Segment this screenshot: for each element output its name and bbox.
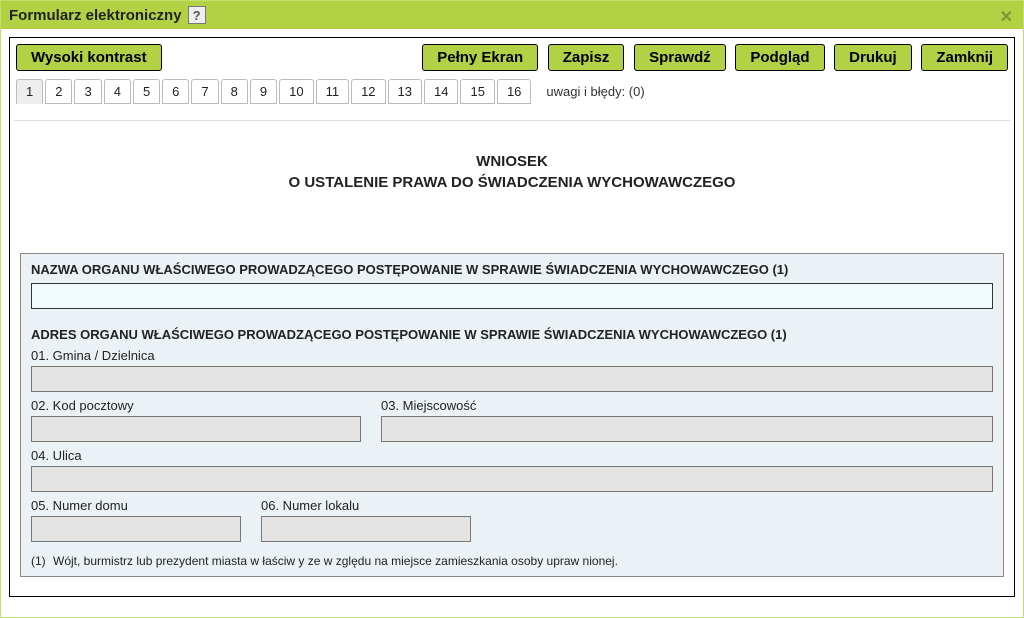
document-scroll[interactable]: WNIOSEK O USTALENIE PRAWA DO ŚWIADCZENIA… (14, 120, 1010, 592)
section-organ-name-label: NAZWA ORGANU WŁAŚCIWEGO PROWADZĄCEGO POS… (21, 254, 1003, 283)
field-kod-label: 02. Kod pocztowy (31, 398, 361, 413)
page-tabs: 12345678910111213141516 uwagi i błędy: (… (10, 79, 1014, 105)
field-nrlokalu-label: 06. Numer lokalu (261, 498, 471, 513)
page-tab-2[interactable]: 2 (45, 79, 72, 104)
page-tab-3[interactable]: 3 (74, 79, 101, 104)
organ-name-input[interactable] (31, 283, 993, 309)
field-nrdomu-label: 05. Numer domu (31, 498, 241, 513)
field-nrdomu-input[interactable] (31, 516, 241, 542)
fullscreen-button[interactable]: Pełny Ekran (422, 44, 538, 71)
page-tab-7[interactable]: 7 (191, 79, 218, 104)
page-tab-15[interactable]: 15 (460, 79, 494, 104)
page-tab-10[interactable]: 10 (279, 79, 313, 104)
app-window: Formularz elektroniczny ? ✕ Wysoki kontr… (0, 0, 1024, 618)
footnote: (1) Wójt, burmistrz lub prezydent miasta… (21, 548, 1003, 576)
section-organ-address-label: ADRES ORGANU WŁAŚCIWEGO PROWADZĄCEGO POS… (21, 319, 1003, 348)
preview-button[interactable]: Podgląd (735, 44, 824, 71)
field-gmina-input[interactable] (31, 366, 993, 392)
document-title: WNIOSEK O USTALENIE PRAWA DO ŚWIADCZENIA… (14, 151, 1010, 193)
page-tab-8[interactable]: 8 (221, 79, 248, 104)
field-ulica-label: 04. Ulica (31, 448, 993, 463)
field-miejscowosc-label: 03. Miejscowość (381, 398, 993, 413)
check-button[interactable]: Sprawdź (634, 44, 726, 71)
document-content: WNIOSEK O USTALENIE PRAWA DO ŚWIADCZENIA… (14, 121, 1010, 592)
field-miejscowosc-input[interactable] (381, 416, 993, 442)
page-tab-16[interactable]: 16 (497, 79, 531, 104)
print-button[interactable]: Drukuj (834, 44, 912, 71)
form-box: NAZWA ORGANU WŁAŚCIWEGO PROWADZĄCEGO POS… (20, 253, 1004, 577)
help-icon[interactable]: ? (188, 6, 206, 24)
field-ulica-input[interactable] (31, 466, 993, 492)
title-line-2: O USTALENIE PRAWA DO ŚWIADCZENIA WYCHOWA… (14, 172, 1010, 193)
footnote-text: Wójt, burmistrz lub prezydent miasta w ł… (53, 554, 618, 568)
close-button[interactable]: Zamknij (921, 44, 1008, 71)
toolbar: Wysoki kontrast Pełny Ekran Zapisz Spraw… (10, 38, 1014, 75)
main-panel: Wysoki kontrast Pełny Ekran Zapisz Spraw… (9, 37, 1015, 597)
save-button[interactable]: Zapisz (548, 44, 625, 71)
page-tab-11[interactable]: 11 (316, 79, 350, 104)
toolbar-right: Pełny Ekran Zapisz Sprawdź Podgląd Druku… (422, 44, 1008, 71)
page-tab-13[interactable]: 13 (388, 79, 422, 104)
titlebar: Formularz elektroniczny ? ✕ (1, 1, 1023, 29)
errors-label[interactable]: uwagi i błędy: (0) (538, 80, 652, 103)
close-icon[interactable]: ✕ (1000, 7, 1013, 27)
window-title: Formularz elektroniczny (9, 7, 182, 24)
page-tab-6[interactable]: 6 (162, 79, 189, 104)
field-gmina-label: 01. Gmina / Dzielnica (31, 348, 993, 363)
page-tab-14[interactable]: 14 (424, 79, 458, 104)
title-line-1: WNIOSEK (14, 151, 1010, 172)
field-nrlokalu-input[interactable] (261, 516, 471, 542)
page-tab-5[interactable]: 5 (133, 79, 160, 104)
field-kod-input[interactable] (31, 416, 361, 442)
footnote-num: (1) (31, 554, 46, 568)
page-tab-4[interactable]: 4 (104, 79, 131, 104)
page-tab-1[interactable]: 1 (16, 79, 43, 104)
contrast-button[interactable]: Wysoki kontrast (16, 44, 162, 71)
page-tab-12[interactable]: 12 (351, 79, 385, 104)
page-tab-9[interactable]: 9 (250, 79, 277, 104)
